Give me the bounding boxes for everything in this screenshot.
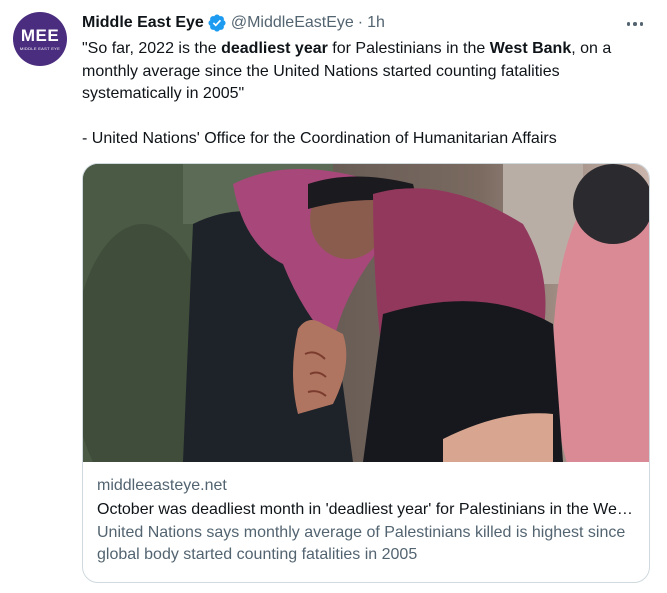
tweet-attribution: - United Nations' Office for the Coordin… [82, 130, 557, 147]
handle[interactable]: @MiddleEastEye [231, 14, 354, 32]
verified-badge-icon [207, 13, 227, 33]
avatar-logo-subtext: Middle East Eye [19, 46, 61, 51]
card-description: United Nations says monthly average of P… [97, 524, 626, 563]
timestamp[interactable]: 1h [367, 14, 385, 32]
card-image[interactable] [83, 164, 649, 462]
tweet-quote: "So far, 2022 is the deadliest year for … [82, 40, 612, 102]
link-card[interactable]: middleeasteye.net October was deadliest … [82, 163, 650, 583]
tweet[interactable]: MEE Middle East Eye Middle East Eye @Mid… [0, 0, 667, 593]
avatar[interactable]: MEE Middle East Eye [13, 12, 67, 66]
display-name[interactable]: Middle East Eye [82, 14, 204, 32]
card-title[interactable]: October was deadliest month in 'deadlies… [97, 499, 637, 521]
avatar-logo-text: MEE [20, 26, 60, 45]
separator: · [357, 14, 364, 31]
more-dots-icon[interactable] [622, 14, 648, 34]
card-domain[interactable]: middleeasteye.net [97, 475, 637, 497]
card-body[interactable]: middleeasteye.net October was deadliest … [97, 475, 637, 566]
tweet-header: Middle East Eye @MiddleEastEye · 1h [82, 12, 385, 34]
tweet-text: "So far, 2022 is the deadliest year for … [82, 38, 657, 151]
